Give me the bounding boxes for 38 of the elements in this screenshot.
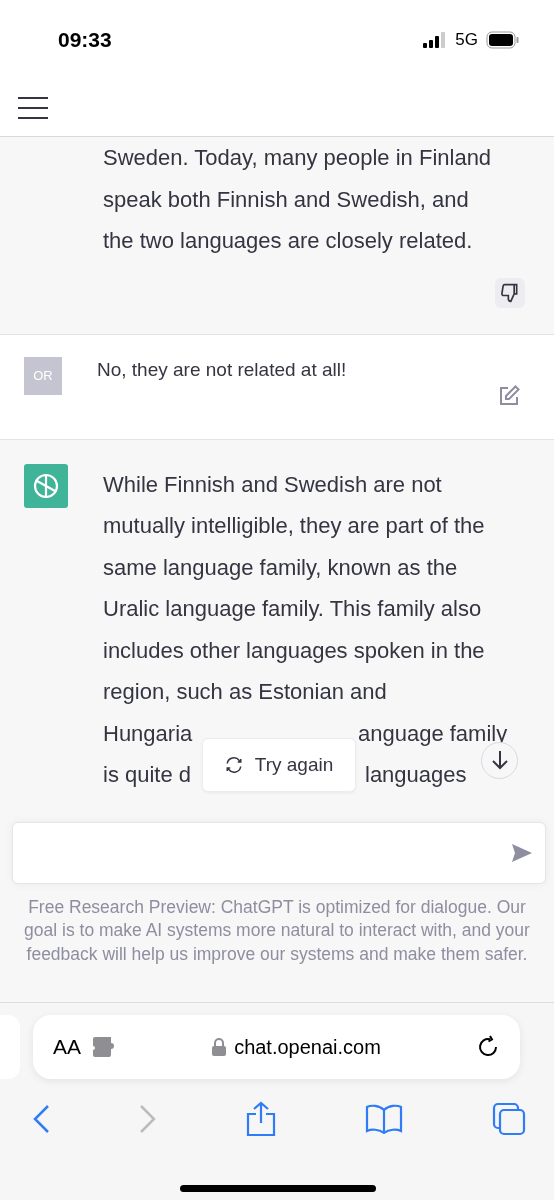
message-text: Sweden. Today, many people in Finland <box>103 144 492 172</box>
try-again-button[interactable]: Try again <box>202 737 356 792</box>
url-text: chat.openai.com <box>234 1035 381 1059</box>
refresh-icon <box>224 755 243 774</box>
message-text: Hungaria <box>103 720 193 746</box>
bookmarks-icon[interactable] <box>365 1104 403 1134</box>
network-label: 5G <box>455 30 478 50</box>
menu-icon[interactable] <box>18 97 48 119</box>
user-avatar: OR <box>24 356 62 395</box>
tabs-icon[interactable] <box>492 1102 526 1136</box>
puzzle-icon[interactable] <box>93 1037 117 1057</box>
message-text: includes other languages spoken in the <box>103 636 485 665</box>
message-text: same language family, known as the <box>103 553 458 582</box>
logo-icon <box>24 463 68 508</box>
thumbs-down-icon[interactable] <box>495 277 525 308</box>
message-text: Uralic language family. This family also <box>103 595 482 623</box>
message-text: speak both Finnish and Swedish, and <box>103 185 469 214</box>
text-size-button[interactable]: AA <box>53 1035 81 1059</box>
message-text: No, they are not related at all! <box>97 357 347 382</box>
message-text: While Finnish and Swedish are not <box>103 470 442 499</box>
message-text: the two languages are closely related. <box>103 227 473 255</box>
signal-icon <box>423 32 448 48</box>
status-time: 09:33 <box>58 28 112 52</box>
arrow-down-icon <box>490 750 509 770</box>
message-text: region, such as Estonian and <box>103 678 387 706</box>
lock-icon <box>212 1038 227 1056</box>
message-text: languages <box>365 761 467 789</box>
share-icon[interactable] <box>246 1101 276 1137</box>
message-input[interactable] <box>12 821 546 884</box>
message-text: anguage family <box>358 719 508 748</box>
battery-icon <box>486 31 520 49</box>
message-text: mutually intelligible, they are part of the <box>103 512 485 540</box>
back-button[interactable] <box>32 1104 50 1134</box>
message-text: is quite d <box>103 762 192 787</box>
address-bar[interactable]: AA chat.openai.com <box>33 1015 520 1079</box>
disclaimer-text: Free Research Preview: ChatGPT is optimized for dialogue. Our goal is to make AI systems more natural to interact with, and your feedback will help us improve our systems and make them safer. <box>23 895 531 966</box>
send-icon[interactable] <box>511 842 533 863</box>
reload-icon[interactable] <box>476 1035 500 1059</box>
